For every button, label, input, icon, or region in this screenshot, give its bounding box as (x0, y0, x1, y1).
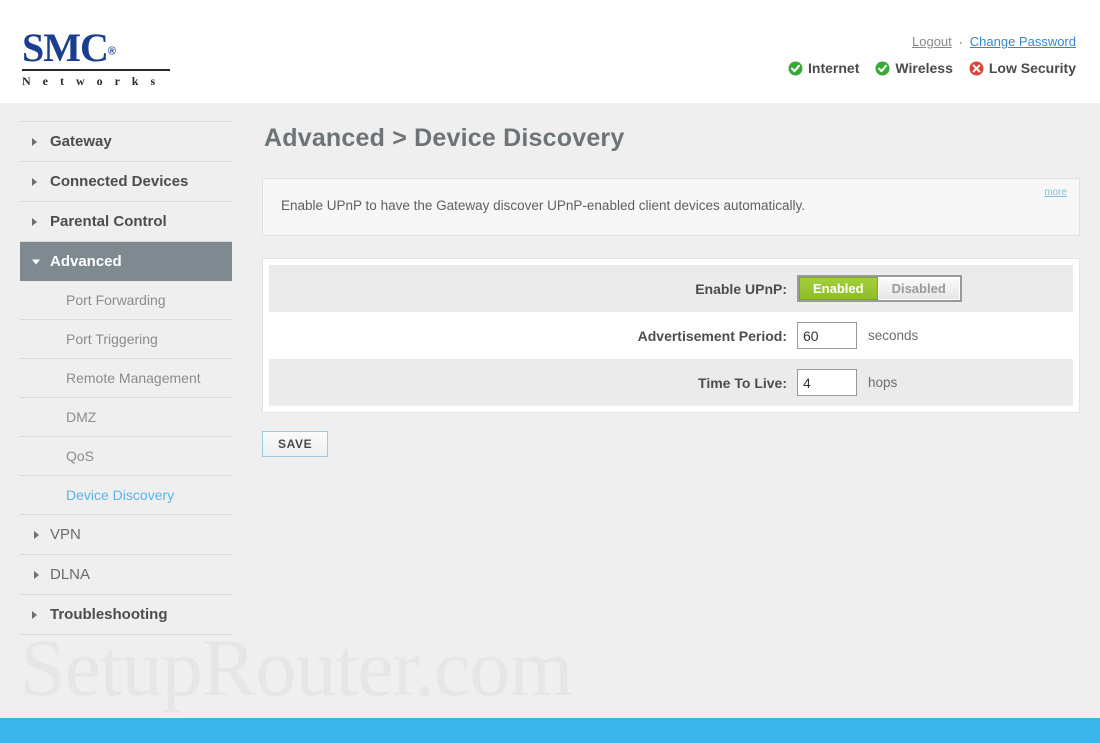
upnp-disabled-button[interactable]: Disabled (877, 277, 960, 300)
sidebar-item-label: Parental Control (50, 213, 167, 230)
advertisement-period-label: Advertisement Period: (637, 327, 787, 344)
logo-wordmark: SMC (22, 25, 109, 70)
logo-subtitle: N e t w o r k s (22, 74, 160, 88)
page-title: Advanced > Device Discovery (264, 124, 625, 152)
sidebar-item-label: Troubleshooting (50, 606, 168, 623)
sidebar-item-parental-control[interactable]: Parental Control (20, 202, 232, 242)
page-header: SMC® N e t w o r k s Logout · Change Passw… (0, 0, 1100, 103)
status-indicators: Internet Wireless Low Security (788, 60, 1076, 76)
sidebar-item-label: DLNA (50, 566, 91, 583)
x-circle-icon (969, 61, 984, 76)
logo-smc-text: SMC® (22, 28, 182, 68)
save-button[interactable]: SAVE (262, 431, 329, 457)
sidebar-item-label: Remote Management (66, 370, 201, 386)
more-link[interactable]: more (1044, 187, 1067, 198)
time-to-live-input[interactable] (797, 369, 857, 396)
status-low-security-label: Low Security (988, 60, 1076, 76)
sidebar-item-dlna[interactable]: DLNA (20, 555, 232, 595)
sidebar-item-port-forwarding[interactable]: Port Forwarding (20, 281, 232, 320)
sidebar-item-remote-management[interactable]: Remote Management (20, 359, 232, 398)
status-internet: Internet (788, 60, 859, 76)
sidebar-item-label: DMZ (66, 409, 97, 425)
logout-link[interactable]: Logout (912, 34, 952, 49)
chevron-right-icon (34, 530, 39, 539)
brand-logo: SMC® N e t w o r k s (22, 28, 182, 89)
sidebar-item-device-discovery[interactable]: Device Discovery (20, 476, 232, 515)
sidebar-navigation: Gateway Connected Devices Parental Contr… (0, 103, 240, 635)
sidebar-item-dmz[interactable]: DMZ (20, 398, 232, 437)
status-low-security: Low Security (969, 60, 1076, 76)
status-wireless-label: Wireless (895, 60, 953, 76)
chevron-right-icon (32, 217, 37, 226)
main-content: Advanced > Device Discovery Enable UPnP … (262, 103, 1080, 457)
check-circle-icon (875, 61, 890, 76)
chevron-down-icon (32, 259, 40, 264)
registered-trademark-icon: ® (107, 45, 116, 58)
form-row-advertisement-period: Advertisement Period: seconds (269, 312, 1073, 359)
status-wireless: Wireless (875, 60, 953, 76)
sidebar-item-advanced[interactable]: Advanced (20, 242, 232, 281)
form-row-enable-upnp: Enable UPnP: Enabled Disabled (269, 265, 1073, 312)
settings-form-panel: Enable UPnP: Enabled Disabled Advertisem… (262, 258, 1080, 413)
upnp-enabled-button[interactable]: Enabled (799, 277, 878, 300)
chevron-right-icon (32, 610, 37, 619)
enable-upnp-label: Enable UPnP: (695, 280, 787, 297)
sidebar-item-label: Connected Devices (50, 173, 189, 190)
sidebar-item-qos[interactable]: QoS (20, 437, 232, 476)
sidebar-item-troubleshooting[interactable]: Troubleshooting (20, 595, 232, 635)
sidebar-item-label: Gateway (50, 133, 112, 150)
sidebar-item-connected-devices[interactable]: Connected Devices (20, 162, 232, 202)
sidebar-item-label: QoS (66, 448, 95, 464)
check-circle-icon (788, 61, 803, 76)
sidebar-item-label: VPN (50, 526, 81, 543)
chevron-right-icon (34, 570, 39, 579)
sidebar-item-label: Port Triggering (66, 331, 158, 347)
sidebar-item-vpn[interactable]: VPN (20, 515, 232, 555)
change-password-link[interactable]: Change Password (970, 34, 1076, 49)
form-row-time-to-live: Time To Live: hops (269, 359, 1073, 406)
description-text: Enable UPnP to have the Gateway discover… (281, 198, 806, 213)
header-links: Logout · Change Password (912, 34, 1076, 49)
chevron-right-icon (32, 137, 37, 146)
site-watermark: SetupRouter.com (20, 622, 573, 713)
advertisement-period-input[interactable] (797, 322, 857, 349)
link-separator: · (958, 35, 963, 49)
sidebar-item-label: Port Forwarding (66, 292, 166, 308)
time-to-live-label: Time To Live: (698, 374, 787, 391)
advertisement-period-unit: seconds (868, 328, 919, 343)
enable-upnp-toggle[interactable]: Enabled Disabled (797, 275, 962, 302)
chevron-right-icon (32, 177, 37, 186)
status-internet-label: Internet (808, 60, 860, 76)
footer-bar (0, 718, 1100, 743)
sidebar-item-gateway[interactable]: Gateway (20, 122, 232, 162)
sidebar-item-label: Advanced (50, 253, 122, 270)
description-panel: Enable UPnP to have the Gateway discover… (262, 178, 1080, 236)
time-to-live-unit: hops (868, 375, 898, 390)
sidebar-item-port-triggering[interactable]: Port Triggering (20, 320, 232, 359)
sidebar-item-label: Device Discovery (66, 487, 175, 503)
